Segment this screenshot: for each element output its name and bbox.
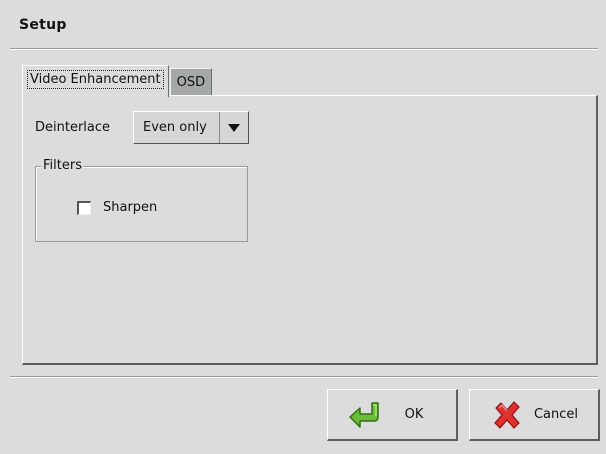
title-separator bbox=[10, 48, 598, 50]
tab-bar: Video Enhancement OSD bbox=[22, 65, 213, 97]
setup-dialog: Setup Video Enhancement OSD Deinterlace … bbox=[0, 0, 606, 454]
tab-video-enhancement[interactable]: Video Enhancement bbox=[22, 65, 169, 97]
deinterlace-select[interactable]: Even only bbox=[133, 111, 249, 144]
ok-button[interactable]: OK bbox=[327, 389, 458, 441]
button-separator bbox=[10, 376, 598, 378]
enter-arrow-icon bbox=[348, 398, 382, 432]
chevron-down-icon[interactable] bbox=[219, 112, 248, 143]
tab-osd-label: OSD bbox=[176, 75, 206, 90]
tab-osd[interactable]: OSD bbox=[169, 68, 213, 95]
sharpen-label: Sharpen bbox=[103, 200, 158, 215]
tab-video-enhancement-label: Video Enhancement bbox=[27, 70, 164, 89]
tab-panel-video-enhancement: Deinterlace Even only Filters Sharpen bbox=[22, 95, 598, 365]
filters-group: Filters Sharpen bbox=[35, 158, 248, 242]
dialog-title: Setup bbox=[19, 17, 67, 33]
red-x-icon bbox=[490, 398, 524, 432]
filters-group-title: Filters bbox=[41, 158, 84, 173]
ok-button-label: OK bbox=[404, 407, 424, 422]
deinterlace-label: Deinterlace bbox=[35, 120, 111, 135]
cancel-button[interactable]: Cancel bbox=[469, 389, 600, 441]
sharpen-checkbox[interactable] bbox=[77, 200, 91, 215]
deinterlace-select-value: Even only bbox=[143, 120, 207, 135]
sharpen-checkbox-row[interactable]: Sharpen bbox=[77, 200, 157, 215]
cancel-button-label: Cancel bbox=[533, 407, 579, 422]
